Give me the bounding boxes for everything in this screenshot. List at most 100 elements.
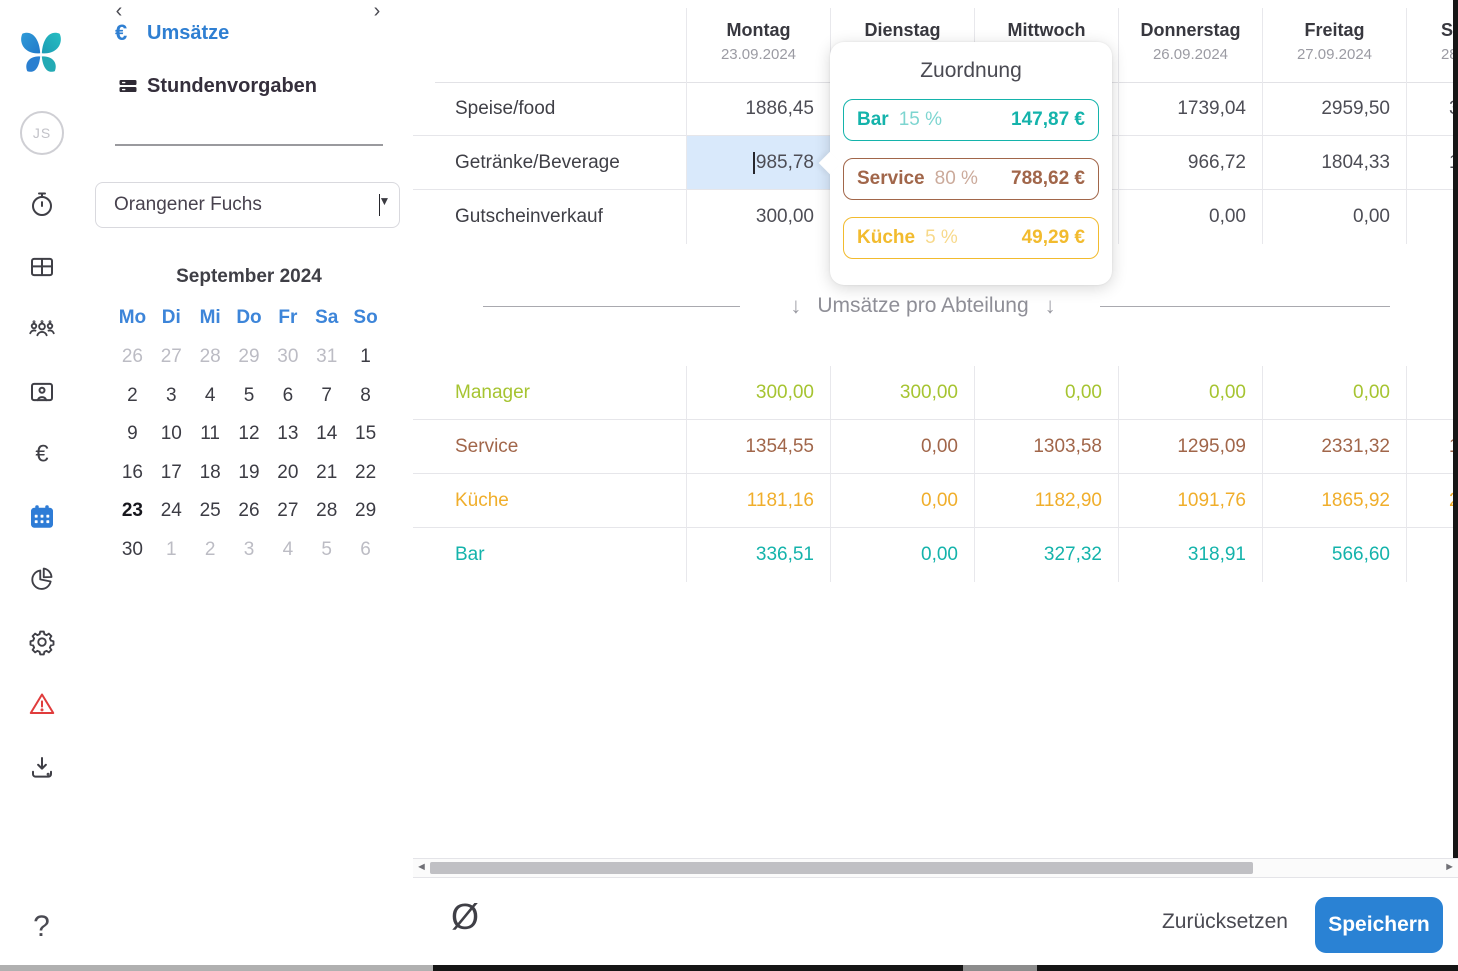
user-avatar[interactable]: JS xyxy=(20,111,64,155)
arrow-down-icon: ↓ xyxy=(790,293,802,318)
calendar-day[interactable]: 9 xyxy=(113,415,152,454)
department-cell: 1 xyxy=(1406,420,1458,474)
revenue-cell[interactable]: 1739,04 xyxy=(1118,82,1262,136)
zuordnung-label: Küche xyxy=(857,227,916,248)
calendar-day[interactable]: 4 xyxy=(268,531,307,570)
calendar-day[interactable]: 3 xyxy=(230,531,269,570)
calendar-day[interactable]: 19 xyxy=(230,454,269,493)
horizontal-scrollbar[interactable]: ◄ ► xyxy=(413,858,1458,878)
save-button[interactable]: Speichern xyxy=(1315,897,1443,953)
sidebar-contact-card-icon[interactable] xyxy=(25,375,59,409)
calendar-day[interactable]: 5 xyxy=(307,531,346,570)
calendar-day[interactable]: 27 xyxy=(152,338,191,377)
calendar-day[interactable]: 23 xyxy=(113,492,152,531)
department-cell: 1091,76 xyxy=(1118,474,1262,528)
bottom-edge-strip xyxy=(0,965,1458,971)
zuordnung-item-service[interactable]: Service 80 % 788,62 € xyxy=(843,158,1099,200)
department-label: Bar xyxy=(455,544,485,565)
revenue-cell[interactable]: 1886,45 xyxy=(686,82,830,136)
calendar-day[interactable]: 6 xyxy=(346,531,385,570)
revenue-cell[interactable]: 0,00 xyxy=(1118,190,1262,244)
nav-item-stundenvorgaben[interactable]: Stundenvorgaben xyxy=(115,74,317,98)
revenue-cell[interactable] xyxy=(1406,190,1458,244)
sidebar-team-icon[interactable] xyxy=(25,312,59,346)
bottom-edge-thumb xyxy=(963,965,1037,971)
calendar-day[interactable]: 22 xyxy=(346,454,385,493)
calendar-weekday: Sa xyxy=(315,307,339,328)
calendar-day[interactable]: 17 xyxy=(152,454,191,493)
department-cell: 1865,92 xyxy=(1262,474,1406,528)
screen-edge-strip xyxy=(1453,0,1458,858)
text-caret xyxy=(753,151,755,174)
calendar-day[interactable]: 29 xyxy=(346,492,385,531)
calendar-day[interactable]: 21 xyxy=(307,454,346,493)
sidebar-warning-icon[interactable] xyxy=(25,687,59,721)
scrollbar-thumb[interactable] xyxy=(430,862,1253,874)
calendar-day[interactable]: 24 xyxy=(152,492,191,531)
calendar-day[interactable]: 2 xyxy=(113,377,152,416)
calendar-day[interactable]: 1 xyxy=(152,531,191,570)
day-name: Samstag xyxy=(1440,20,1458,40)
calendar-day[interactable]: 28 xyxy=(191,338,230,377)
location-select[interactable]: Orangener Fuchs ▼ xyxy=(95,182,400,228)
calendar-header: September 2024 xyxy=(113,263,385,291)
day-date: 27.09.2024 xyxy=(1296,46,1373,63)
calendar-day[interactable]: 13 xyxy=(268,415,307,454)
department-cell: 336,51 xyxy=(686,528,830,582)
calendar-day[interactable]: 20 xyxy=(268,454,307,493)
sidebar-calendar-icon[interactable] xyxy=(25,500,59,534)
calendar-grid: 26 27 28 29 30 31 1 2 3 4 5 6 7 8 9 10 11 12 13 14 15 16 17 18 1… xyxy=(113,338,385,569)
calendar-day[interactable]: 7 xyxy=(307,377,346,416)
calendar-day[interactable]: 2 xyxy=(191,531,230,570)
reset-button[interactable]: Zurücksetzen xyxy=(1162,910,1288,934)
department-cell: 1182,90 xyxy=(974,474,1118,528)
calendar-day[interactable]: 8 xyxy=(346,377,385,416)
calendar-day[interactable]: 18 xyxy=(191,454,230,493)
sidebar-euro-icon[interactable]: € xyxy=(25,437,59,471)
scroll-left-arrow[interactable]: ◄ xyxy=(416,861,427,873)
revenue-cell[interactable]: 300,00 xyxy=(686,190,830,244)
sidebar-download-icon[interactable] xyxy=(25,750,59,784)
calendar-day[interactable]: 6 xyxy=(268,377,307,416)
revenue-cell-selected[interactable]: 985,78 xyxy=(686,136,830,190)
day-header-freitag: Freitag 27.09.2024 xyxy=(1262,8,1406,82)
calendar-day[interactable]: 15 xyxy=(346,415,385,454)
revenue-cell[interactable]: 2959,50 xyxy=(1262,82,1406,136)
calendar-day[interactable]: 28 xyxy=(307,492,346,531)
calendar-day[interactable]: 27 xyxy=(268,492,307,531)
butterfly-logo[interactable] xyxy=(15,26,67,82)
sidebar-gear-icon[interactable] xyxy=(25,625,59,659)
calendar-day[interactable]: 31 xyxy=(307,338,346,377)
calendar-day[interactable]: 5 xyxy=(230,377,269,416)
calendar-day[interactable]: 30 xyxy=(268,338,307,377)
calendar-day[interactable]: 26 xyxy=(113,338,152,377)
calendar-day[interactable]: 25 xyxy=(191,492,230,531)
revenue-cell[interactable]: 3 xyxy=(1406,82,1458,136)
calendar-day[interactable]: 4 xyxy=(191,377,230,416)
sidebar-table-icon[interactable] xyxy=(25,250,59,284)
day-header-spacer xyxy=(413,8,686,82)
calendar-day[interactable]: 3 xyxy=(152,377,191,416)
zuordnung-item-küche[interactable]: Küche 5 % 49,29 € xyxy=(843,217,1099,259)
revenue-cell[interactable]: 0,00 xyxy=(1262,190,1406,244)
calendar-day[interactable]: 10 xyxy=(152,415,191,454)
sidebar-stopwatch-icon[interactable] xyxy=(25,187,59,221)
sidebar-pie-chart-icon[interactable] xyxy=(25,562,59,596)
calendar-day[interactable]: 11 xyxy=(191,415,230,454)
average-button[interactable]: Ø xyxy=(451,896,479,938)
revenue-cell[interactable]: 1 xyxy=(1406,136,1458,190)
revenue-cell[interactable]: 966,72 xyxy=(1118,136,1262,190)
calendar-prev-button[interactable]: ‹ xyxy=(105,0,133,28)
calendar-day[interactable]: 1 xyxy=(346,338,385,377)
calendar-day[interactable]: 16 xyxy=(113,454,152,493)
help-button[interactable]: ? xyxy=(0,910,83,944)
calendar-day[interactable]: 12 xyxy=(230,415,269,454)
zuordnung-item-bar[interactable]: Bar 15 % 147,87 € xyxy=(843,99,1099,141)
calendar-day[interactable]: 26 xyxy=(230,492,269,531)
calendar-day[interactable]: 29 xyxy=(230,338,269,377)
revenue-cell[interactable]: 1804,33 xyxy=(1262,136,1406,190)
calendar-day[interactable]: 14 xyxy=(307,415,346,454)
calendar-next-button[interactable]: › xyxy=(363,0,391,28)
scroll-right-arrow[interactable]: ► xyxy=(1444,861,1455,873)
calendar-day[interactable]: 30 xyxy=(113,531,152,570)
